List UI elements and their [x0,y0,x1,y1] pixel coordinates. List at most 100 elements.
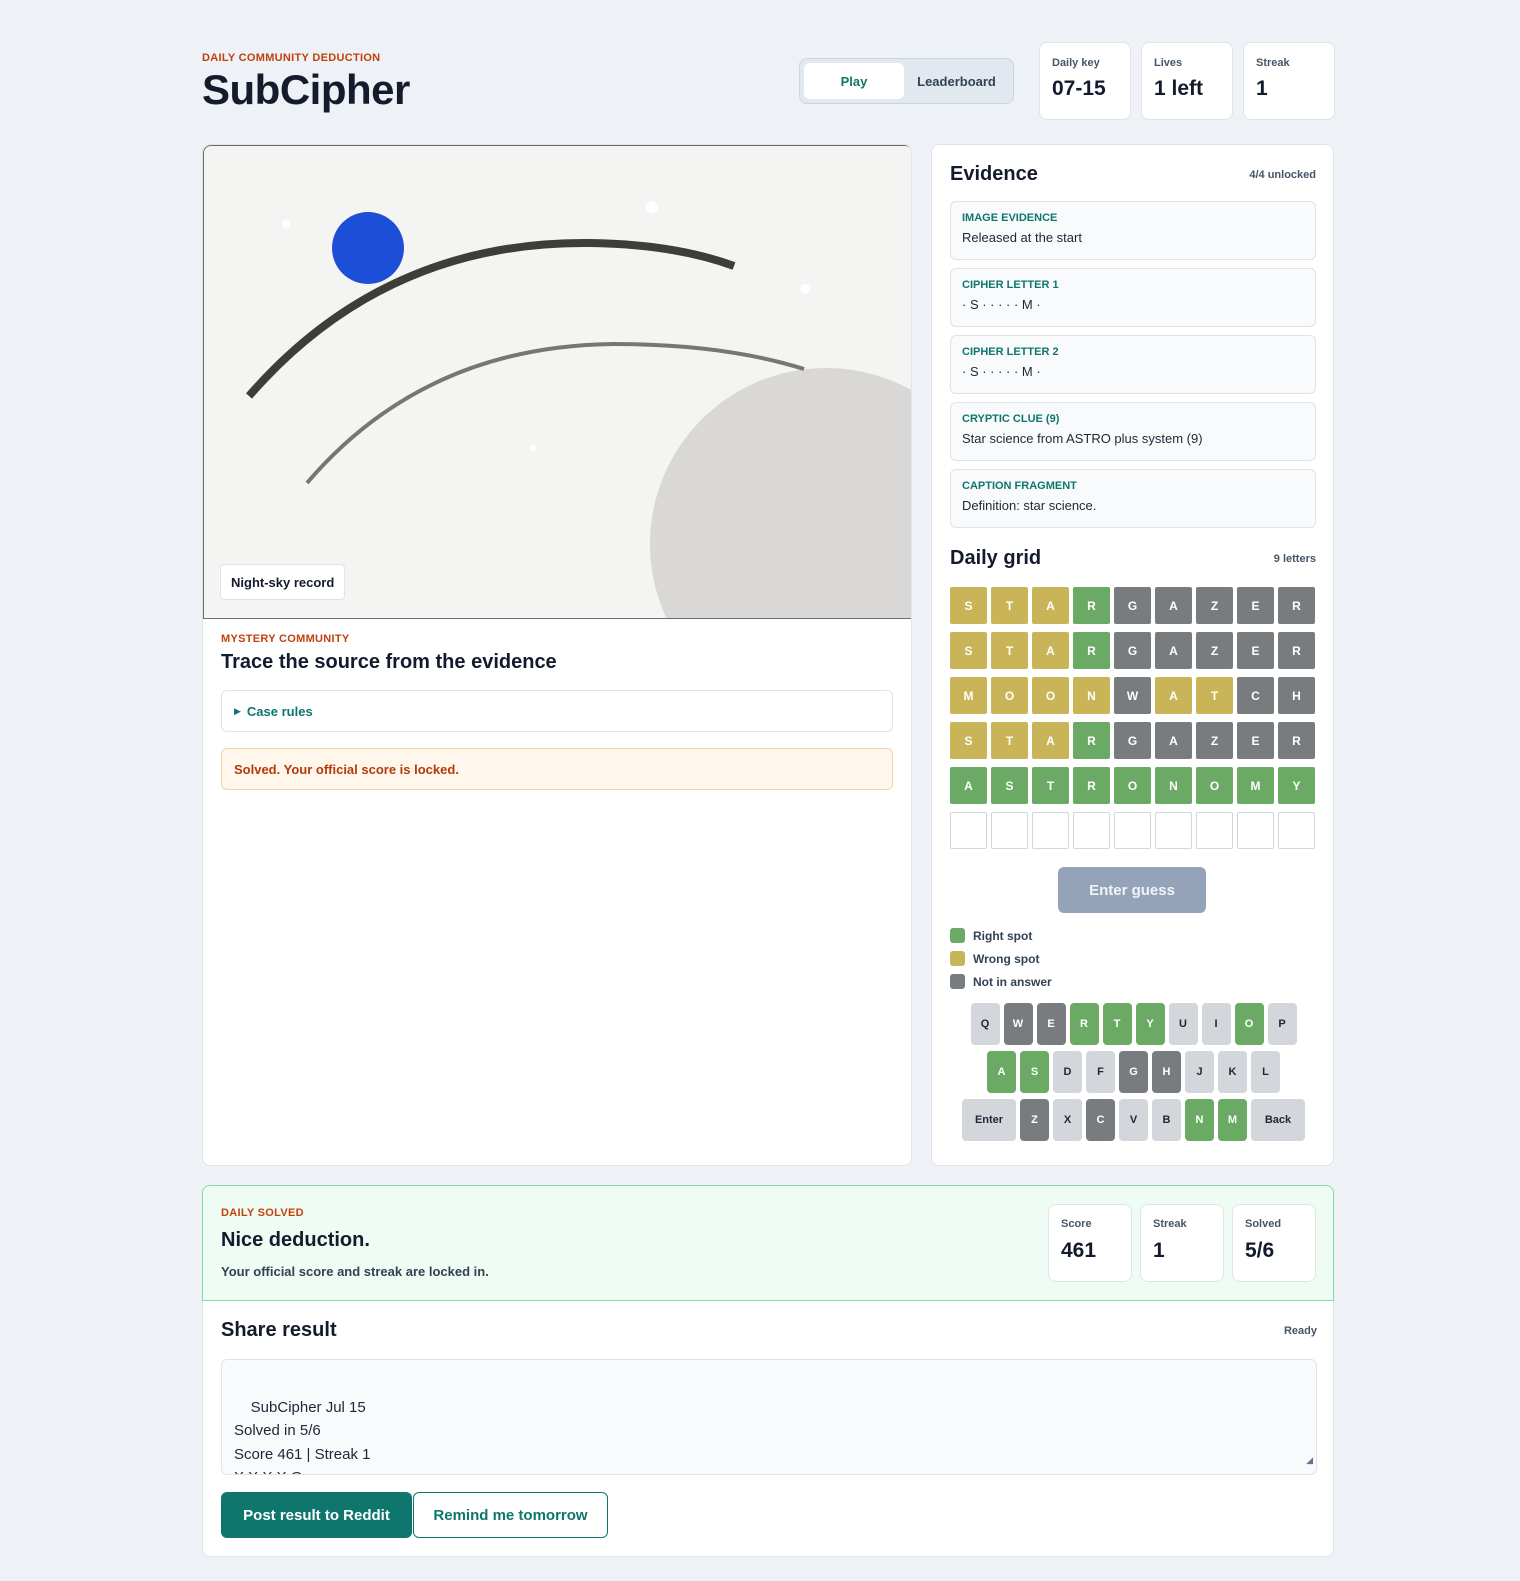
resize-grip-icon[interactable]: ◢ [1306,1449,1313,1473]
header: DAILY COMMUNITY DEDUCTION SubCipher [202,52,410,114]
key-r[interactable]: R [1069,1003,1099,1045]
grid-letter-count: 9 letters [1273,552,1316,565]
grid-cell [1155,812,1192,849]
key-c[interactable]: C [1086,1099,1115,1141]
remind-tomorrow-button[interactable]: Remind me tomorrow [413,1492,608,1538]
mode-tabs: Play Leaderboard [799,58,1014,104]
guess-grid: STARGAZERSTARGAZERMOONWATCHSTARGAZERASTR… [950,587,1316,857]
grid-cell: S [950,587,987,624]
key-w[interactable]: W [1003,1003,1033,1045]
share-text: SubCipher Jul 15 Solved in 5/6 Score 461… [234,1398,371,1475]
key-g[interactable]: G [1119,1051,1148,1093]
grid-row [950,812,1316,849]
grid-cell [1237,812,1274,849]
key-l[interactable]: L [1251,1051,1280,1093]
grid-cell: A [1032,722,1069,759]
solved-message: DAILY SOLVED Nice deduction. Your offici… [221,1207,489,1279]
legend-label: Right spot [973,928,1033,943]
stat-label: Solved [1245,1218,1282,1230]
legend-label: Not in answer [973,974,1052,989]
key-a[interactable]: A [987,1051,1016,1093]
key-v[interactable]: V [1119,1099,1148,1141]
case-panel: Night-sky record MYSTERY COMMUNITY Trace… [202,144,912,1166]
grid-cell: A [1155,632,1192,669]
evidence-card: CRYPTIC CLUE (9) Star science from ASTRO… [950,402,1316,461]
grid-cell: Z [1196,632,1233,669]
enter-guess-button[interactable]: Enter guess [1058,867,1206,913]
grid-cell: W [1114,677,1151,714]
key-j[interactable]: J [1185,1051,1214,1093]
legend-item: Wrong spot [950,947,1052,970]
key-n[interactable]: N [1185,1099,1214,1141]
grid-cell: G [1114,722,1151,759]
grid-cell: O [1032,677,1069,714]
grid-cell: M [950,677,987,714]
case-rules-label: Case rules [246,703,313,719]
solved-notice: Solved. Your official score is locked. [221,748,893,790]
evidence-text: Star science from ASTRO plus system (9) [962,431,1203,446]
key-t[interactable]: T [1102,1003,1132,1045]
key-f[interactable]: F [1086,1051,1115,1093]
key-h[interactable]: H [1152,1051,1181,1093]
legend-item: Right spot [950,924,1052,947]
grid-cell: M [1237,767,1274,804]
key-p[interactable]: P [1267,1003,1297,1045]
grid-cell: A [1155,722,1192,759]
stat-value: 1 [1256,77,1268,100]
evidence-image: Night-sky record [203,145,911,619]
case-rules-toggle[interactable]: ▶ Case rules [221,690,893,732]
grid-cell [1073,812,1110,849]
keyboard-row: QWERTYUIOP [932,1003,1335,1045]
key-z[interactable]: Z [1020,1099,1049,1141]
share-textarea[interactable]: SubCipher Jul 15 Solved in 5/6 Score 461… [221,1359,1317,1475]
stat-value: 1 left [1154,77,1204,100]
grid-cell: C [1237,677,1274,714]
orbit-arc-dark [245,238,736,399]
grid-cell: R [1278,722,1315,759]
evidence-card: CIPHER LETTER 1 · S · · · · · M · [950,268,1316,327]
grid-cell [1278,812,1315,849]
evidence-text: Released at the start [962,230,1082,245]
share-status: Ready [1283,1324,1317,1337]
key-i[interactable]: I [1201,1003,1231,1045]
evidence-text: Definition: star science. [962,498,1097,513]
key-e[interactable]: E [1036,1003,1066,1045]
solved-count-stat: Solved 5/6 [1232,1204,1316,1282]
night-sky-illustration [245,201,911,618]
key-enter[interactable]: Enter [962,1099,1016,1141]
evidence-panel: Evidence 4/4 unlocked IMAGE EVIDENCE Rel… [931,144,1334,1166]
grid-cell: R [1278,587,1315,624]
evidence-card: IMAGE EVIDENCE Released at the start [950,201,1316,260]
key-k[interactable]: K [1218,1051,1247,1093]
grid-cell: N [1073,677,1110,714]
case-eyebrow: MYSTERY COMMUNITY [221,633,350,645]
key-y[interactable]: Y [1135,1003,1165,1045]
key-m[interactable]: M [1218,1099,1247,1141]
grid-row: STARGAZER [950,722,1316,759]
key-d[interactable]: D [1053,1051,1082,1093]
grid-cell: A [1155,587,1192,624]
star-dot [282,220,290,228]
star-dot [530,445,536,451]
stat-label: Lives [1154,57,1183,69]
tab-leaderboard[interactable]: Leaderboard [904,63,1009,99]
key-u[interactable]: U [1168,1003,1198,1045]
tab-play[interactable]: Play [804,63,904,99]
key-q[interactable]: Q [970,1003,1000,1045]
grid-cell: Y [1278,767,1315,804]
stat-label: Streak [1256,57,1290,69]
post-to-reddit-button[interactable]: Post result to Reddit [221,1492,412,1538]
stat-label: Streak [1153,1218,1187,1230]
key-x[interactable]: X [1053,1099,1082,1141]
grid-cell: Z [1196,587,1233,624]
grid-cell [1196,812,1233,849]
streak-stat: Streak 1 [1140,1204,1224,1282]
key-s[interactable]: S [1020,1051,1049,1093]
case-title: Trace the source from the evidence [221,651,557,673]
grid-cell: S [950,722,987,759]
grid-cell: S [950,632,987,669]
key-back[interactable]: Back [1251,1099,1305,1141]
star-dot [800,284,810,294]
key-b[interactable]: B [1152,1099,1181,1141]
key-o[interactable]: O [1234,1003,1264,1045]
